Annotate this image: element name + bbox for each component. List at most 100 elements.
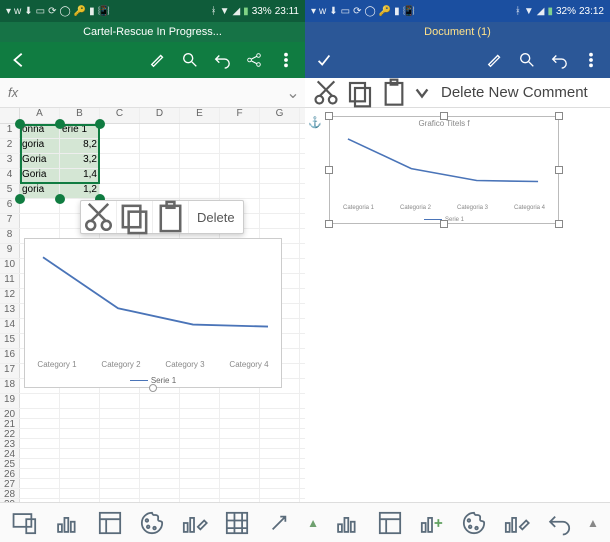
col-E[interactable]: E bbox=[180, 108, 220, 123]
context-popup: Delete bbox=[80, 200, 244, 234]
sel-handle-bl[interactable] bbox=[15, 194, 25, 204]
word-app: ▾ w ⬇ ▭ ⟳ ◯ 🔑 ▮ 📳 ᚼ ▼ ◢ ▮ 32% 23:12 Docu… bbox=[305, 0, 610, 502]
formula-input[interactable] bbox=[26, 78, 281, 107]
paste-dropdown[interactable] bbox=[413, 81, 431, 105]
resize-ml[interactable] bbox=[325, 166, 333, 174]
sel-handle-tc[interactable] bbox=[55, 119, 65, 129]
card-icon: ▭ bbox=[36, 6, 45, 17]
device-icon[interactable] bbox=[11, 509, 39, 537]
undo-icon-2[interactable] bbox=[545, 509, 573, 537]
share-icon[interactable] bbox=[245, 51, 263, 69]
cut-button[interactable] bbox=[81, 201, 117, 233]
search-icon[interactable] bbox=[518, 51, 536, 69]
chart-drag-handle[interactable] bbox=[149, 384, 157, 392]
word-toolbar bbox=[305, 42, 610, 78]
col-B[interactable]: B bbox=[60, 108, 100, 123]
formula-bar: fx ⌄ bbox=[0, 78, 305, 108]
battery-icon: ▮ bbox=[547, 6, 553, 17]
sel-handle-bc[interactable] bbox=[55, 194, 65, 204]
signal-icon: ▾ bbox=[6, 6, 11, 17]
copy-button[interactable] bbox=[345, 81, 375, 105]
check-icon[interactable] bbox=[315, 51, 333, 69]
chevron-up-icon[interactable]: ▲ bbox=[307, 516, 319, 530]
paste-button[interactable] bbox=[153, 201, 189, 233]
excel-content: A B C D E F G 1onnaerie 1 2goria8,2 3Gor… bbox=[0, 108, 305, 502]
cut-button[interactable] bbox=[311, 81, 341, 105]
col-A[interactable]: A bbox=[20, 108, 60, 123]
vibrate-icon: 📳 bbox=[403, 6, 415, 17]
battery-pct: 33% bbox=[252, 6, 272, 17]
bt-icon: ᚼ bbox=[515, 6, 521, 17]
paste-button[interactable] bbox=[379, 81, 409, 105]
copy-button[interactable] bbox=[117, 201, 153, 233]
expand-icon[interactable] bbox=[265, 509, 293, 537]
pen-icon[interactable] bbox=[149, 51, 167, 69]
cell-icon: ◢ bbox=[232, 6, 240, 17]
download-icon: ⬇ bbox=[24, 6, 32, 17]
back-icon[interactable] bbox=[10, 51, 28, 69]
card-icon: ▭ bbox=[341, 6, 350, 17]
refresh-icon: ⟳ bbox=[48, 6, 56, 17]
bt-icon: ᚼ bbox=[211, 6, 217, 17]
sel-handle-tr[interactable] bbox=[95, 119, 105, 129]
anchor-icon: ⚓ bbox=[308, 116, 322, 129]
col-D[interactable]: D bbox=[140, 108, 180, 123]
delete-comment-button[interactable]: Delete New Comment bbox=[435, 84, 588, 101]
refresh-icon: ⟳ bbox=[353, 6, 361, 17]
word-subbar: Delete New Comment bbox=[305, 78, 610, 108]
chart-bar-icon[interactable] bbox=[53, 509, 81, 537]
word-chart-object[interactable]: Grafico Titels f Categoria 1 Categoria 2… bbox=[329, 116, 559, 224]
key-icon: 🔑 bbox=[379, 6, 391, 17]
sel-handle-tl[interactable] bbox=[15, 119, 25, 129]
grid-icon[interactable] bbox=[223, 509, 251, 537]
word-content[interactable]: ⚓ Grafico Titels f bbox=[305, 108, 610, 502]
excel-chart[interactable]: Category 1 Category 2 Category 3 Categor… bbox=[24, 238, 282, 388]
col-C[interactable]: C bbox=[100, 108, 140, 123]
expand-icon[interactable]: ⌄ bbox=[281, 83, 305, 103]
layout-icon-2[interactable] bbox=[376, 509, 404, 537]
col-F[interactable]: F bbox=[220, 108, 260, 123]
battery-icon: ▮ bbox=[243, 6, 249, 17]
word-chart-categories: Categoria 1 Categoria 2 Categoria 3 Cate… bbox=[330, 205, 558, 211]
undo-icon[interactable] bbox=[550, 51, 568, 69]
wifi-icon: ▼ bbox=[220, 6, 230, 17]
chevron-up-icon-2[interactable]: ▲ bbox=[587, 516, 599, 530]
excel-app: ▾ w ⬇ ▭ ⟳ ◯ 🔑 ▮ 📳 ᚼ ▼ ◢ ▮ 33% 23:11 Cart… bbox=[0, 0, 305, 502]
circle-icon: ◯ bbox=[60, 6, 71, 17]
bar-icon: ▮ bbox=[89, 6, 95, 17]
more-icon[interactable] bbox=[582, 51, 600, 69]
column-headers: A B C D E F G bbox=[0, 108, 305, 124]
w-icon: w bbox=[14, 6, 21, 17]
excel-toolbar bbox=[0, 42, 305, 78]
col-G[interactable]: G bbox=[260, 108, 300, 123]
undo-icon[interactable] bbox=[213, 51, 231, 69]
palette-icon-2[interactable] bbox=[460, 509, 488, 537]
battery-pct: 32% bbox=[556, 6, 576, 17]
wifi-icon: ▼ bbox=[524, 6, 534, 17]
download-icon: ⬇ bbox=[329, 6, 337, 17]
more-icon[interactable] bbox=[277, 51, 295, 69]
layout-icon[interactable] bbox=[96, 509, 124, 537]
bottom-toolbar: ▲ ▲ bbox=[0, 502, 610, 542]
clock: 23:11 bbox=[275, 6, 299, 17]
pen-icon[interactable] bbox=[486, 51, 504, 69]
chart-edit-icon[interactable] bbox=[180, 509, 208, 537]
chart-bar-icon-2[interactable] bbox=[333, 509, 361, 537]
delete-button[interactable]: Delete bbox=[189, 210, 243, 225]
word-statusbar: ▾ w ⬇ ▭ ⟳ ◯ 🔑 ▮ 📳 ᚼ ▼ ◢ ▮ 32% 23:12 bbox=[305, 0, 610, 22]
word-chart-legend: Serie 1 bbox=[330, 217, 558, 223]
chart-edit-icon-2[interactable] bbox=[502, 509, 530, 537]
vibrate-icon: 📳 bbox=[98, 6, 110, 17]
search-icon[interactable] bbox=[181, 51, 199, 69]
resize-mr[interactable] bbox=[555, 166, 563, 174]
excel-statusbar: ▾ w ⬇ ▭ ⟳ ◯ 🔑 ▮ 📳 ᚼ ▼ ◢ ▮ 33% 23:11 bbox=[0, 0, 305, 22]
word-title: Document (1) bbox=[305, 22, 610, 42]
word-chart-title: Grafico Titels f bbox=[330, 119, 558, 128]
excel-title: Cartel-Rescue In Progress... bbox=[0, 22, 305, 42]
fx-label: fx bbox=[0, 85, 26, 100]
chart-add-icon[interactable] bbox=[418, 509, 446, 537]
palette-icon[interactable] bbox=[138, 509, 166, 537]
circle-icon: ◯ bbox=[365, 6, 376, 17]
clock: 23:12 bbox=[579, 6, 604, 17]
w-icon: w bbox=[319, 6, 326, 17]
